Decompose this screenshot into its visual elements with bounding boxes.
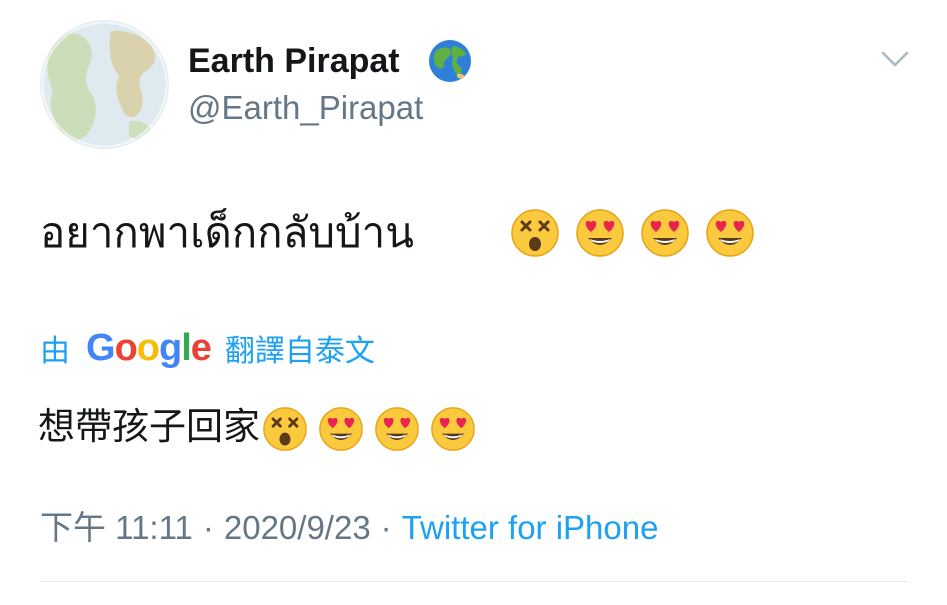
translate-from-label: 翻譯自泰文: [224, 335, 375, 368]
avatar-map-image: [41, 21, 168, 148]
display-name[interactable]: Earth Pirapat: [188, 40, 400, 82]
avatar[interactable]: [40, 20, 169, 149]
meta-separator: ·: [202, 509, 214, 546]
tweet-date[interactable]: 2020/9/23: [224, 506, 371, 550]
dizzy-face-emoji-icon: [511, 209, 559, 257]
user-handle[interactable]: @Earth_Pirapat: [188, 88, 423, 128]
google-logo: Google: [86, 326, 212, 369]
tweet-text: อยากพาเด็กกลับบ้าน: [40, 208, 414, 257]
dizzy-face-emoji-icon: [263, 407, 307, 451]
translate-by-label: 由: [40, 335, 70, 368]
translated-emoji-row: [262, 406, 476, 452]
globe-emoji-icon: [429, 40, 471, 82]
tweet-source-link[interactable]: Twitter for iPhone: [402, 506, 659, 550]
translated-text: 想帶孩子回家: [38, 405, 260, 448]
chevron-down-icon[interactable]: [880, 46, 910, 72]
heart-eyes-emoji-icon: [319, 407, 363, 451]
meta-separator: ·: [380, 509, 392, 546]
tweet-emoji-row: [510, 208, 755, 258]
divider: [40, 581, 907, 582]
heart-eyes-emoji-icon: [431, 407, 475, 451]
tweet-meta: 下午 11:11 · 2020/9/23 · Twitter for iPhon…: [40, 506, 658, 550]
tweet-time[interactable]: 下午 11:11: [40, 506, 193, 550]
heart-eyes-emoji-icon: [576, 209, 624, 257]
translate-attribution[interactable]: 由 Google 翻譯自泰文: [40, 326, 375, 370]
heart-eyes-emoji-icon: [375, 407, 419, 451]
heart-eyes-emoji-icon: [641, 209, 689, 257]
heart-eyes-emoji-icon: [706, 209, 754, 257]
